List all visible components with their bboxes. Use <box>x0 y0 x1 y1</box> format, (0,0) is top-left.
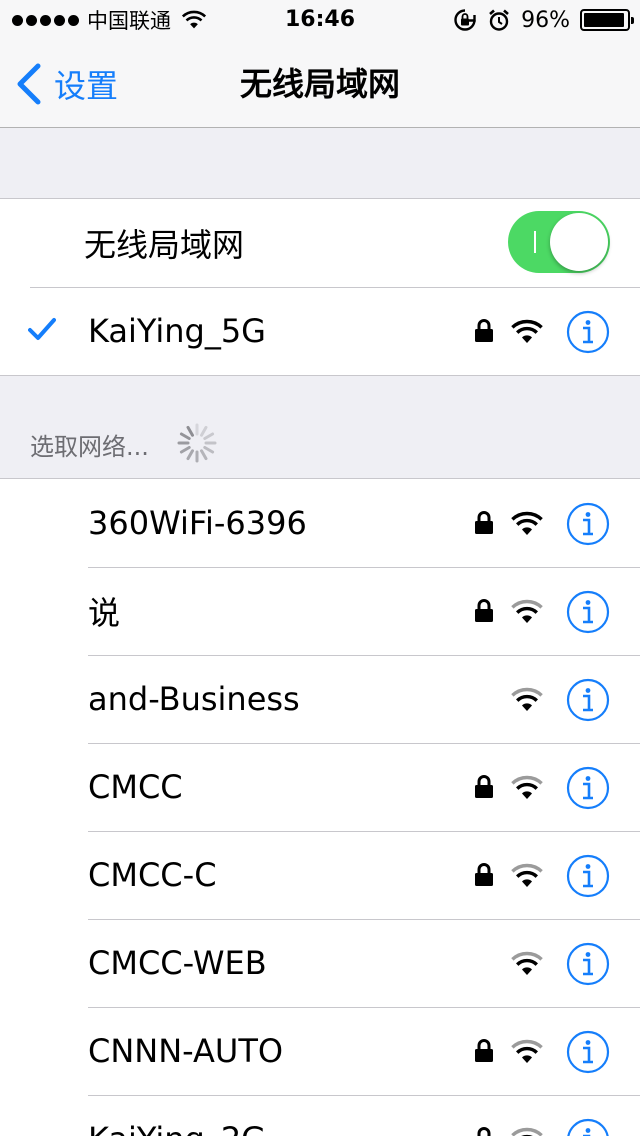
wifi-signal-icon <box>511 687 543 711</box>
info-icon[interactable] <box>566 502 610 546</box>
toggle-on-mark <box>534 231 536 253</box>
info-icon[interactable] <box>566 310 610 354</box>
network-row[interactable]: 360WiFi-6396 <box>0 479 640 567</box>
top-bar: 中国联通 16:46 96% 设置 无线局域网 <box>0 0 640 128</box>
network-row[interactable]: KaiYing_2G <box>0 1095 640 1136</box>
network-name: 360WiFi-6396 <box>88 504 307 542</box>
info-icon[interactable] <box>566 678 610 722</box>
battery-percent: 96% <box>521 7 570 33</box>
info-icon[interactable] <box>566 766 610 810</box>
info-icon[interactable] <box>566 854 610 898</box>
network-row[interactable]: CMCC <box>0 743 640 831</box>
section-gap <box>0 128 640 198</box>
rotation-lock-icon <box>454 9 476 31</box>
network-row[interactable]: CMCC-C <box>0 831 640 919</box>
status-bar: 中国联通 16:46 96% <box>0 0 640 40</box>
network-name: 说 <box>88 594 121 632</box>
wifi-signal-icon <box>511 951 543 975</box>
choose-network-label: 选取网络... <box>30 433 149 461</box>
back-button-label: 设置 <box>54 67 119 105</box>
wifi-signal-icon <box>511 599 543 623</box>
wifi-toggle-row: 无线局域网 <box>0 199 640 287</box>
alarm-clock-icon <box>489 9 509 31</box>
wifi-signal-icon <box>511 863 543 887</box>
chevron-left-icon <box>17 63 41 105</box>
network-row[interactable]: CMCC-WEB <box>0 919 640 1007</box>
battery-level <box>584 13 625 27</box>
info-icon[interactable] <box>566 1030 610 1074</box>
wifi-signal-icon <box>511 1127 543 1136</box>
connected-network-row[interactable]: KaiYing_5G <box>0 287 640 375</box>
lock-icon <box>475 319 493 342</box>
status-right: 96% <box>453 0 634 40</box>
checkmark-icon <box>28 318 56 340</box>
network-name: CMCC-C <box>88 856 217 894</box>
toggle-knob <box>550 213 608 271</box>
lock-icon <box>475 863 493 886</box>
wifi-signal-icon <box>511 1039 543 1063</box>
network-row[interactable]: and-Business <box>0 655 640 743</box>
network-row[interactable]: CNNN-AUTO <box>0 1007 640 1095</box>
wifi-toggle-switch[interactable] <box>508 211 610 273</box>
network-name: CMCC-WEB <box>88 944 267 982</box>
loading-spinner-icon <box>177 423 217 463</box>
info-icon[interactable] <box>566 590 610 634</box>
back-button[interactable]: 设置 <box>14 40 118 128</box>
lock-icon <box>477 1127 491 1136</box>
info-icon[interactable] <box>566 942 610 986</box>
wifi-settings-screen: 中国联通 16:46 96% 设置 无线局域网 无线局域网 KaiYing_5G… <box>0 0 640 1136</box>
choose-network-header: 选取网络... <box>0 376 640 478</box>
wifi-signal-icon <box>511 511 543 535</box>
connected-network-name: KaiYing_5G <box>88 312 266 350</box>
network-name: CNNN-AUTO <box>88 1032 284 1070</box>
wifi-signal-icon <box>511 775 543 799</box>
network-list: 360WiFi-6396 说 and-Business CMCC CMCC-C CMCC-… <box>0 478 640 1136</box>
lock-icon <box>475 511 493 534</box>
lock-icon <box>475 1039 493 1062</box>
network-name: and-Business <box>88 680 300 718</box>
lock-icon <box>475 775 493 798</box>
network-row[interactable]: 说 <box>0 567 640 655</box>
info-icon[interactable] <box>566 1118 610 1136</box>
network-name: CMCC <box>88 768 183 806</box>
wifi-toggle-label: 无线局域网 <box>84 226 245 264</box>
lock-icon <box>475 599 493 622</box>
network-name: KaiYing_2G <box>88 1120 266 1136</box>
navigation-bar: 设置 无线局域网 <box>0 40 640 128</box>
battery-icon <box>580 9 634 31</box>
wifi-main-group: 无线局域网 KaiYing_5G <box>0 198 640 376</box>
wifi-signal-icon <box>511 319 543 343</box>
